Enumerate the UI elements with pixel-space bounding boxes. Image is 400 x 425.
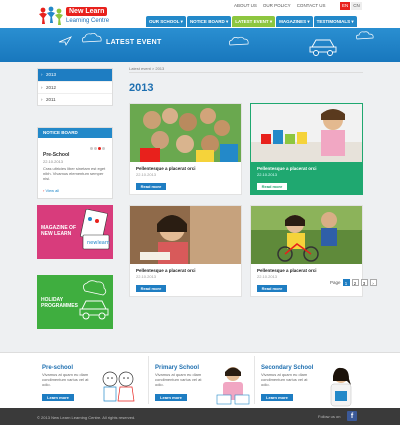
notice-pager bbox=[90, 147, 105, 150]
page-title: 2013 bbox=[129, 82, 154, 94]
notice-category: Pre-School bbox=[43, 152, 70, 158]
main-nav: OUR SCHOOL ▾ NOTICE BOARD ▾ LATEST EVENT… bbox=[146, 16, 364, 27]
read-more-button[interactable]: Read more bbox=[136, 285, 166, 292]
holiday-promo-label: HOLIDAY PROGRAMMES bbox=[41, 297, 78, 309]
pager-dot[interactable] bbox=[94, 147, 97, 150]
event-photo bbox=[251, 206, 362, 264]
site-header: New Learn Learning Centre ABOUT US OUR P… bbox=[0, 0, 400, 28]
event-card[interactable]: Pellentesque a placerat orci 22.10.2013 … bbox=[129, 205, 242, 297]
contact-us-link[interactable]: CONTACT US bbox=[297, 3, 326, 10]
school-secondary: Secondary School Vivamus at quam eu diam… bbox=[261, 365, 371, 407]
school-desc: Vivamus at quam eu diam condimentum vari… bbox=[42, 372, 89, 387]
page-banner-title: LATEST EVENT bbox=[106, 39, 162, 46]
schools-section: Pre-school Vivamus at quam eu diam condi… bbox=[0, 352, 400, 408]
event-card-date: 22.10.2013 bbox=[136, 274, 157, 279]
event-photo bbox=[130, 206, 241, 264]
page-1-button[interactable]: 1 bbox=[342, 279, 350, 286]
pagination: Page 1 2 3 › bbox=[330, 279, 377, 286]
school-title[interactable]: Pre-school bbox=[42, 365, 73, 371]
learn-more-button[interactable]: Learn more bbox=[42, 394, 74, 401]
brand-subtitle: Learning Centre bbox=[66, 18, 110, 24]
school-preschool: Pre-school Vivamus at quam eu diam condi… bbox=[42, 365, 152, 405]
event-photo bbox=[130, 104, 241, 162]
doodle-cloud-icon bbox=[81, 32, 102, 43]
student-photo bbox=[216, 367, 250, 405]
divider bbox=[148, 356, 149, 404]
page-2-button[interactable]: 2 bbox=[351, 279, 359, 286]
read-more-button[interactable]: Read more bbox=[136, 183, 166, 190]
nav-latest-event[interactable]: LATEST EVENT ▾ bbox=[232, 16, 276, 27]
logo[interactable]: New Learn Learning Centre bbox=[38, 6, 118, 26]
page-3-button[interactable]: 3 bbox=[360, 279, 368, 286]
year-2011[interactable]: 2011 bbox=[38, 94, 112, 107]
year-2012[interactable]: 2012 bbox=[38, 82, 112, 95]
pagination-label: Page bbox=[330, 280, 341, 285]
svg-text:newlearn: newlearn bbox=[87, 240, 110, 246]
paper-plane-icon bbox=[58, 36, 72, 46]
lang-en[interactable]: EN bbox=[340, 2, 351, 10]
nav-testimonials[interactable]: TESTIMONIALS ▾ bbox=[313, 16, 357, 27]
pager-dot[interactable] bbox=[90, 147, 93, 150]
event-card-date: 22.10.2013 bbox=[257, 172, 278, 177]
event-card-date: 22.10.2013 bbox=[257, 274, 278, 279]
facebook-icon[interactable]: f bbox=[347, 411, 357, 421]
school-title[interactable]: Secondary School bbox=[261, 365, 313, 371]
car-doodle-icon bbox=[79, 280, 109, 320]
magazine-icon: newlearn bbox=[80, 209, 110, 250]
event-photo bbox=[251, 104, 362, 162]
school-desc: Vivamus at quam eu diam condimentum vari… bbox=[261, 372, 308, 387]
event-card[interactable]: Pellentesque a placerat orci 22.10.2013 … bbox=[250, 103, 363, 195]
nav-notice-board[interactable]: NOTICE BOARD ▾ bbox=[186, 16, 232, 27]
our-policy-link[interactable]: OUR POLICY bbox=[263, 3, 291, 10]
year-2013[interactable]: 2013 bbox=[38, 69, 112, 82]
learn-more-button[interactable]: Learn more bbox=[261, 394, 293, 401]
view-all-link[interactable]: View all bbox=[43, 188, 59, 193]
notice-date: 22.10.2013 bbox=[43, 159, 64, 164]
learn-more-button[interactable]: Learn more bbox=[155, 394, 187, 401]
notice-board-header: NOTICE BOARD bbox=[38, 128, 112, 138]
car-doodle-icon bbox=[309, 39, 337, 56]
school-desc: Vivamus at quam eu diam condimentum vari… bbox=[155, 372, 202, 387]
pager-dot-active[interactable] bbox=[98, 147, 101, 150]
notice-text: Cras ultricies liber sinetam est eget ni… bbox=[43, 166, 106, 181]
student-photo bbox=[330, 367, 352, 407]
event-card[interactable]: Pellentesque a placerat orci 22.10.2013 … bbox=[129, 103, 242, 195]
school-title[interactable]: Primary School bbox=[155, 365, 199, 371]
doodle-cloud-icon bbox=[355, 31, 374, 40]
divider bbox=[254, 356, 255, 404]
event-card-date: 22.10.2013 bbox=[136, 172, 157, 177]
school-primary: Primary School Vivamus at quam eu diam c… bbox=[155, 365, 265, 405]
nav-our-school[interactable]: OUR SCHOOL ▾ bbox=[146, 16, 186, 27]
follow-label: Follow us on bbox=[318, 414, 341, 419]
page-banner: LATEST EVENT bbox=[0, 28, 400, 62]
holiday-promo[interactable]: HOLIDAY PROGRAMMES bbox=[37, 275, 113, 329]
read-more-button[interactable]: Read more bbox=[257, 183, 287, 190]
lang-cn[interactable]: CN bbox=[351, 2, 362, 10]
pager-dot[interactable] bbox=[102, 147, 105, 150]
notice-board-widget: NOTICE BOARD Pre-School 22.10.2013 Cras … bbox=[37, 127, 113, 199]
year-filter: 2013 2012 2011 bbox=[37, 68, 113, 106]
event-card-title[interactable]: Pellentesque a placerat orci bbox=[136, 268, 196, 273]
read-more-button[interactable]: Read more bbox=[257, 285, 287, 292]
nav-magazines[interactable]: MAGAZINES ▾ bbox=[276, 16, 313, 27]
event-card-title[interactable]: Pellentesque a placerat orci bbox=[257, 166, 317, 171]
breadcrumb: Latest event > 2013 bbox=[129, 66, 165, 71]
doodle-cloud-icon bbox=[228, 36, 249, 46]
kids-figures-icon bbox=[39, 6, 63, 25]
brand-name: New Learn bbox=[66, 7, 108, 16]
top-links: ABOUT US OUR POLICY CONTACT US bbox=[234, 3, 354, 10]
language-switcher: EN CN bbox=[340, 2, 362, 10]
kids-doodle-icon bbox=[102, 371, 135, 402]
event-card-title[interactable]: Pellentesque a placerat orci bbox=[257, 268, 317, 273]
divider bbox=[129, 72, 363, 73]
about-us-link[interactable]: ABOUT US bbox=[234, 3, 257, 10]
next-page-button[interactable]: › bbox=[369, 279, 377, 286]
copyright: © 2013 New Learn Learning Centre. All ri… bbox=[37, 415, 136, 420]
magazine-promo[interactable]: MAGAZINE OF NEW LEARN newlearn bbox=[37, 205, 113, 259]
event-card-title[interactable]: Pellentesque a placerat orci bbox=[136, 166, 196, 171]
site-footer: © 2013 New Learn Learning Centre. All ri… bbox=[0, 408, 400, 425]
magazine-promo-label: MAGAZINE OF NEW LEARN bbox=[41, 225, 76, 237]
